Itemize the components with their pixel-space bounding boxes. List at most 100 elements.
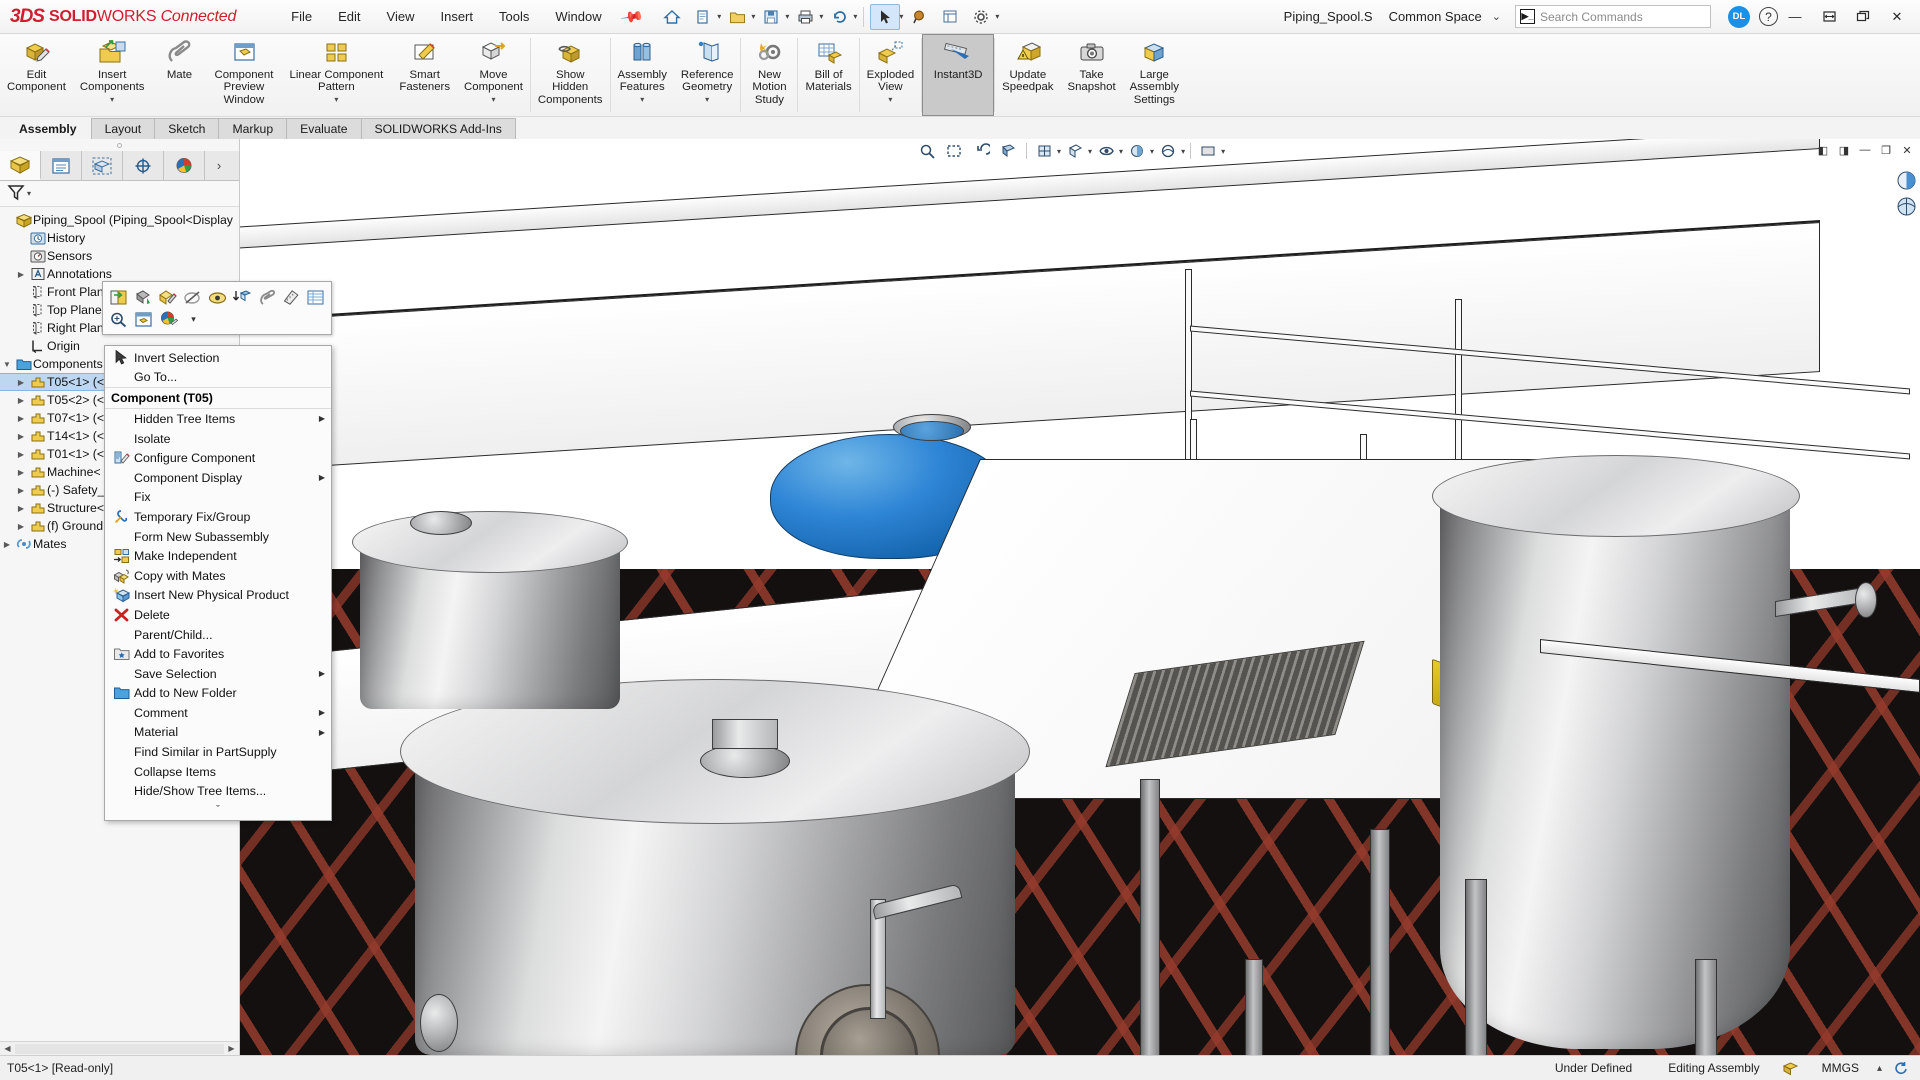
submenu-arrow-icon[interactable]: ▶ — [319, 669, 331, 678]
chevron-down-icon[interactable]: ▾ — [1181, 147, 1185, 156]
chevron-down-icon[interactable]: ▾ — [995, 12, 999, 21]
close-button[interactable]: ✕ — [1880, 2, 1914, 32]
view-settings-icon[interactable] — [1196, 141, 1221, 162]
new-document-icon[interactable] — [688, 4, 718, 30]
avatar[interactable]: DL — [1728, 6, 1750, 28]
scroll-right-icon[interactable]: ▶ — [225, 1044, 238, 1053]
context-item-comment[interactable]: Comment ▶ — [105, 703, 331, 723]
magnifier-icon[interactable] — [904, 4, 934, 30]
chevron-down-icon[interactable]: ▾ — [110, 95, 114, 104]
search-commands-box[interactable]: ▶_ Search Commands — [1515, 5, 1711, 28]
chevron-down-icon[interactable]: ▾ — [1057, 147, 1061, 156]
scene-sphere-widget[interactable] — [1895, 195, 1918, 218]
tab-evaluate[interactable]: Evaluate — [286, 118, 361, 139]
menu-insert[interactable]: Insert — [427, 3, 486, 30]
tree-horizontal-scrollbar[interactable]: ◀ ▶ — [0, 1041, 239, 1055]
tab-layout[interactable]: Layout — [91, 118, 156, 139]
ribbon-insert-components[interactable]: Insert Components ▾ — [73, 34, 152, 116]
status-units[interactable]: MMGS — [1804, 1061, 1877, 1075]
component-preview-icon[interactable] — [131, 308, 156, 330]
chevron-down-icon[interactable]: ▾ — [853, 12, 857, 21]
chevron-down-icon[interactable]: ▾ — [1088, 147, 1092, 156]
context-item-hide-show-tree-items[interactable]: Hide/Show Tree Items... — [105, 781, 331, 801]
menu-file[interactable]: File — [278, 3, 325, 30]
context-item-add-to-new-folder[interactable]: Add to New Folder — [105, 684, 331, 704]
context-item-collapse-items[interactable]: Collapse Items — [105, 762, 331, 782]
select-arrow-icon[interactable] — [870, 4, 900, 30]
more-tabs-icon[interactable]: › — [205, 151, 233, 180]
appearance-sphere-widget[interactable] — [1895, 169, 1918, 192]
chevron-down-icon[interactable]: ▾ — [1150, 147, 1154, 156]
home-icon[interactable] — [657, 4, 687, 30]
zoom-to-selection-icon[interactable] — [106, 308, 131, 330]
ribbon-mate[interactable]: Mate — [151, 34, 207, 116]
attach-icon[interactable] — [254, 286, 279, 308]
chevron-down-icon[interactable]: ⌄ — [1492, 10, 1501, 23]
chevron-down-icon[interactable]: ▾ — [1221, 147, 1225, 156]
restore-width-button[interactable] — [1812, 2, 1846, 32]
more-dropdown-caret-icon[interactable]: ▾ — [181, 308, 206, 330]
submenu-arrow-icon[interactable]: ▶ — [319, 414, 331, 423]
chevron-down-icon[interactable]: ▾ — [27, 189, 31, 198]
hide-show-items-icon[interactable] — [1094, 141, 1119, 162]
show-with-dependents-icon[interactable] — [205, 286, 230, 308]
context-item-copy-with-mates[interactable]: Copy with Mates — [105, 566, 331, 586]
minimize-button[interactable]: — — [1778, 2, 1812, 32]
ribbon-new-motion-study[interactable]: New Motion Study — [741, 34, 797, 116]
appearance-sphere-icon[interactable] — [156, 308, 181, 330]
context-item-component-display[interactable]: Component Display ▶ — [105, 468, 331, 488]
expand-arrow[interactable]: ▶ — [14, 522, 28, 531]
context-item-go-to[interactable]: Go To... — [105, 368, 331, 388]
expand-arrow[interactable]: ▶ — [0, 540, 14, 549]
chevron-down-icon[interactable]: ▾ — [899, 12, 903, 21]
chevron-down-icon[interactable]: ▾ — [785, 12, 789, 21]
ribbon-show-hidden-components[interactable]: Show Hidden Components — [531, 34, 610, 116]
chevron-down-icon[interactable]: ▾ — [334, 95, 338, 104]
tree-node-sensors[interactable]: Sensors — [0, 247, 239, 265]
context-item-save-selection[interactable]: Save Selection ▶ — [105, 664, 331, 684]
ribbon-instant3d[interactable]: Instant3D — [922, 34, 994, 116]
hide-component-icon[interactable] — [180, 286, 205, 308]
assembly-state-icon[interactable] — [1778, 1061, 1804, 1076]
context-item-parent-child[interactable]: Parent/Child... — [105, 625, 331, 645]
paint-can-icon[interactable] — [131, 286, 156, 308]
scroll-left-icon[interactable]: ◀ — [1, 1044, 14, 1053]
ribbon-edit-component[interactable]: Edit Component — [0, 34, 73, 116]
dimxpert-manager-tab[interactable] — [123, 151, 164, 180]
configuration-manager-tab[interactable] — [82, 151, 123, 180]
context-item-insert-new-physical-product[interactable]: Insert New Physical Product — [105, 586, 331, 606]
maximize-button[interactable] — [1846, 2, 1880, 32]
help-question-icon[interactable]: ? — [1759, 7, 1778, 26]
tile-right-button[interactable]: ◨ — [1835, 141, 1853, 159]
view-orientation-icon[interactable] — [1032, 141, 1057, 162]
rebuild-icon[interactable] — [1888, 1061, 1914, 1075]
apply-scene-icon[interactable] — [1156, 141, 1181, 162]
context-item-make-independent[interactable]: Make Independent — [105, 546, 331, 566]
ribbon-component-preview-window[interactable]: Component Preview Window — [207, 34, 280, 116]
tab-solidworks-addins[interactable]: SOLIDWORKS Add-Ins — [361, 118, 516, 139]
ribbon-large-assembly-settings[interactable]: Large Assembly Settings — [1123, 34, 1186, 116]
open-document-icon[interactable] — [722, 4, 752, 30]
context-item-isolate[interactable]: Isolate — [105, 429, 331, 449]
context-item-find-similar-in-partsupply[interactable]: Find Similar in PartSupply — [105, 742, 331, 762]
expand-arrow[interactable]: ▶ — [14, 414, 28, 423]
context-item-fix[interactable]: Fix — [105, 488, 331, 508]
ribbon-linear-component-pattern[interactable]: Linear Component Pattern ▾ — [280, 34, 392, 116]
change-transparency-icon[interactable] — [229, 286, 254, 308]
feature-manager-tab[interactable] — [0, 151, 41, 180]
context-item-form-new-subassembly[interactable]: Form New Subassembly — [105, 527, 331, 547]
expand-menu-chevron-icon[interactable]: ˇ — [105, 801, 331, 820]
close-doc-button[interactable]: ✕ — [1898, 141, 1916, 159]
tile-left-button[interactable]: ◧ — [1814, 141, 1832, 159]
ribbon-exploded-view[interactable]: Exploded View ▾ — [860, 34, 922, 116]
space-name[interactable]: Common Space — [1389, 9, 1482, 24]
edit-appearance-icon[interactable] — [155, 286, 180, 308]
ribbon-assembly-features[interactable]: Assembly Features ▾ — [611, 34, 674, 116]
restore-doc-button[interactable]: ❐ — [1877, 141, 1895, 159]
expand-arrow[interactable]: ▶ — [14, 432, 28, 441]
previous-view-icon[interactable] — [969, 141, 994, 162]
options-gear-icon[interactable] — [966, 4, 996, 30]
measure-icon[interactable] — [279, 286, 304, 308]
zoom-to-fit-icon[interactable] — [915, 141, 940, 162]
property-manager-tab[interactable] — [41, 151, 82, 180]
